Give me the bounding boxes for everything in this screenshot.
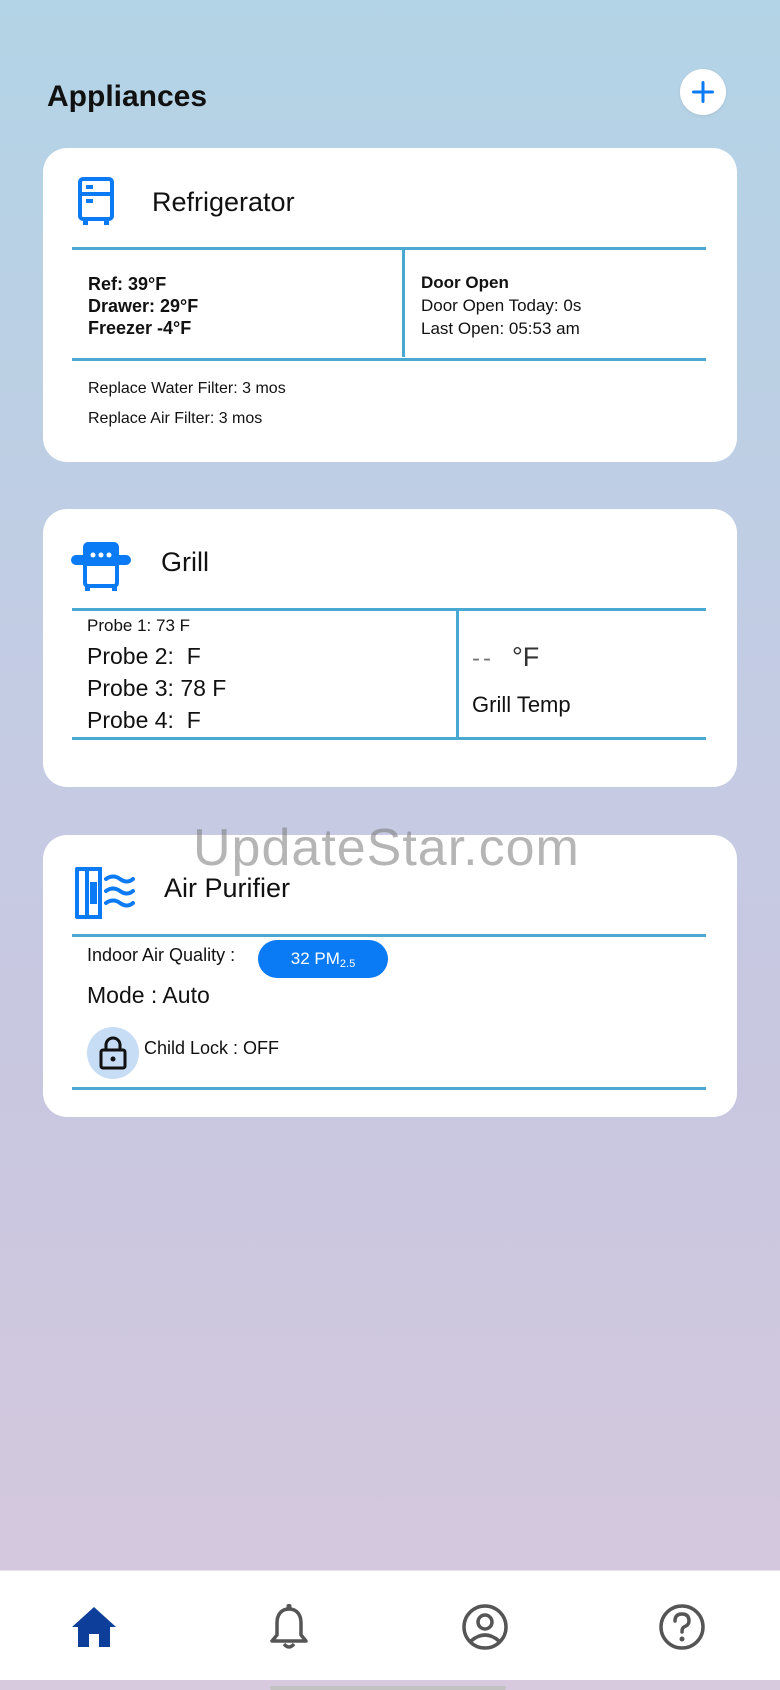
divider — [72, 247, 706, 250]
nav-notifications[interactable] — [261, 1599, 317, 1655]
probe-1: Probe 1: 73 F — [87, 616, 191, 635]
bottom-navigation — [0, 1570, 780, 1680]
air-quality-label: Indoor Air Quality : — [87, 945, 236, 965]
divider — [72, 737, 706, 740]
child-lock-toggle[interactable] — [87, 1027, 139, 1079]
bell-icon — [270, 1604, 308, 1649]
nav-help[interactable] — [654, 1599, 710, 1655]
home-icon — [72, 1607, 116, 1647]
water-filter-status: Replace Water Filter: 3 mos — [88, 380, 286, 397]
grill-temp-value: -- — [472, 645, 494, 672]
grill-temp-unit: °F — [512, 642, 540, 672]
appliance-name: Grill — [161, 547, 209, 577]
probe-4: Probe 4: F — [87, 707, 201, 733]
air-purifier-icon — [75, 867, 135, 919]
freezer-temp: Freezer -4°F — [88, 318, 192, 338]
door-open-today: Door Open Today: 0s — [421, 296, 582, 315]
mode-status: Mode : Auto — [87, 982, 210, 1008]
appliance-name: Refrigerator — [152, 187, 295, 217]
lock-icon — [99, 1036, 127, 1070]
grill-temp-label: Grill Temp — [472, 692, 571, 717]
probe-3: Probe 3: 78 F — [87, 675, 227, 701]
drawer-temp: Drawer: 29°F — [88, 296, 199, 316]
divider — [72, 934, 706, 937]
last-open: Last Open: 05:53 am — [421, 319, 580, 338]
help-icon — [659, 1604, 705, 1650]
plus-icon — [692, 81, 714, 103]
ref-temp: Ref: 39°F — [88, 274, 167, 294]
air-quality-subscript: 2.5 — [339, 958, 356, 970]
divider — [456, 608, 459, 738]
air-quality-value: 32 PM — [290, 949, 340, 968]
divider — [72, 1087, 706, 1090]
door-status: Door Open — [421, 273, 509, 292]
refrigerator-icon — [78, 177, 114, 225]
page-title: Appliances — [47, 80, 208, 113]
divider — [72, 608, 706, 611]
divider — [72, 358, 706, 361]
add-appliance-button[interactable] — [680, 69, 726, 115]
air-filter-status: Replace Air Filter: 3 mos — [88, 410, 263, 427]
air-quality-badge: 32 PM 2.5 — [258, 940, 388, 978]
grill-icon — [71, 542, 131, 591]
nav-account[interactable] — [457, 1599, 513, 1655]
child-lock-status: Child Lock : OFF — [144, 1038, 280, 1058]
nav-home[interactable] — [66, 1599, 122, 1655]
appliance-name: Air Purifier — [164, 873, 291, 903]
divider — [402, 247, 405, 357]
grill-card[interactable]: Grill Probe 1: 73 F Probe 2: F Probe 3: … — [43, 509, 737, 787]
air-purifier-card[interactable]: Air Purifier Indoor Air Quality : 32 PM 2… — [43, 835, 737, 1117]
home-indicator — [270, 1686, 506, 1690]
account-icon — [462, 1604, 508, 1650]
probe-2: Probe 2: F — [87, 643, 201, 669]
refrigerator-card[interactable]: Refrigerator Ref: 39°F Drawer: 29°F Free… — [43, 148, 737, 462]
